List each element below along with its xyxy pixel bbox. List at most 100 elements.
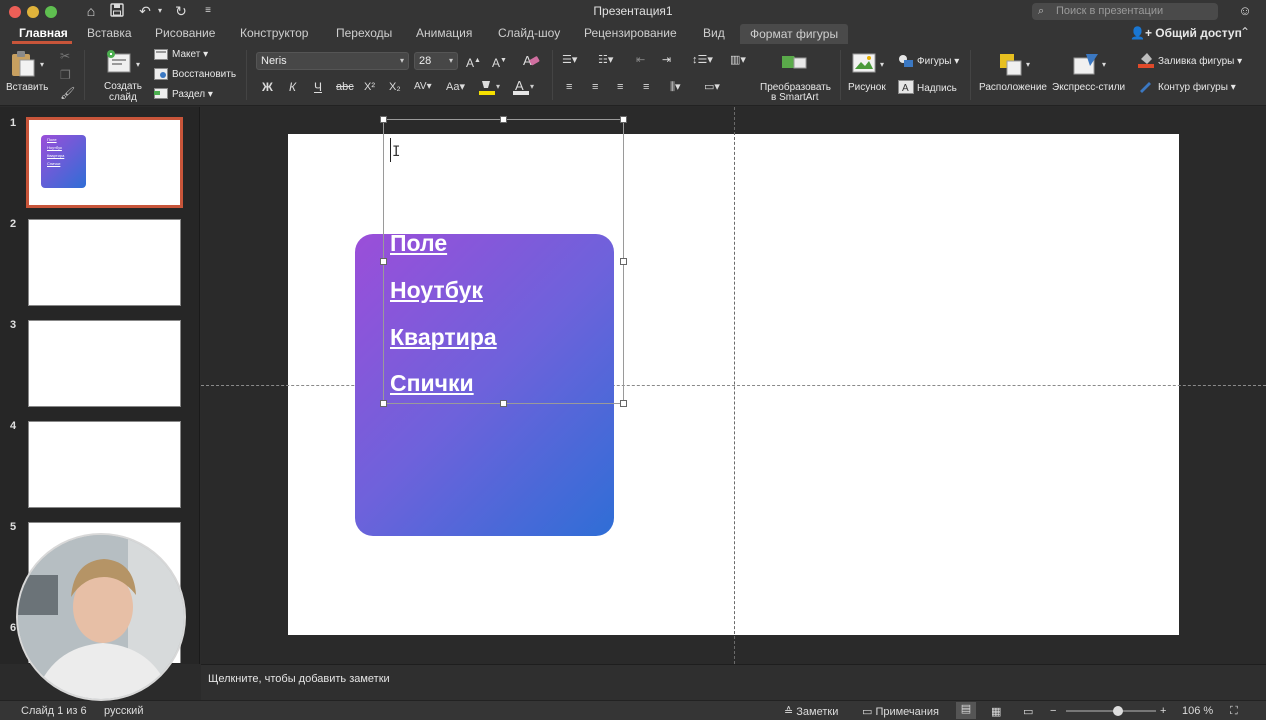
picture-label[interactable]: Рисунок (848, 82, 886, 93)
paste-label[interactable]: Вставить (6, 82, 48, 93)
format-painter-icon[interactable]: 🖌 (60, 86, 75, 100)
resize-handle-top[interactable] (500, 116, 507, 123)
font-name-select[interactable]: Neris ▾ (256, 52, 409, 70)
tab-animations[interactable]: Анимация (416, 26, 472, 40)
tab-home[interactable]: Главная (19, 26, 68, 40)
cut-icon[interactable]: ✂ (60, 49, 70, 63)
text-box-selection[interactable] (383, 119, 624, 404)
layout-button[interactable]: Макет ▾ (172, 49, 208, 60)
close-window-button[interactable] (9, 6, 21, 18)
font-size-select[interactable]: 28 ▾ (414, 52, 458, 70)
zoom-out-button[interactable]: − (1050, 705, 1056, 717)
align-right-icon[interactable]: ≡ (617, 80, 623, 94)
line-spacing-icon[interactable]: ↕☰▾ (692, 53, 713, 67)
bold-button[interactable]: Ж (262, 80, 273, 94)
change-case-icon[interactable]: Aa▾ (446, 80, 465, 94)
shape-outline-button[interactable]: Контур фигуры ▾ (1158, 82, 1236, 93)
tab-draw[interactable]: Рисование (155, 26, 215, 40)
tab-review[interactable]: Рецензирование (584, 26, 677, 40)
shapes-icon[interactable] (898, 54, 914, 71)
strikethrough-button[interactable]: abc (336, 80, 354, 94)
zoom-slider-track[interactable] (1066, 710, 1156, 712)
fit-to-window-icon[interactable]: ⛶ (1230, 705, 1238, 718)
tab-slideshow[interactable]: Слайд-шоу (498, 26, 560, 40)
numbering-icon[interactable]: ☷▾ (598, 53, 613, 67)
text-direction-icon[interactable]: ⫼▾ (670, 80, 681, 94)
tab-transitions[interactable]: Переходы (336, 26, 392, 40)
justify-icon[interactable]: ≡ (643, 80, 649, 94)
quick-styles-label[interactable]: Экспресс-стили (1052, 82, 1125, 93)
increase-indent-icon[interactable]: ⇥ (662, 53, 671, 67)
shape-fill-button[interactable]: Заливка фигуры ▾ (1158, 56, 1242, 67)
arrange-label[interactable]: Расположение (979, 82, 1047, 93)
section-icon[interactable] (154, 88, 168, 102)
save-icon[interactable] (108, 3, 126, 19)
comments-toggle-button[interactable]: ▭ Примечания (862, 705, 939, 718)
picture-dropdown-icon[interactable]: ▾ (880, 58, 884, 72)
character-spacing-icon[interactable]: AV▾ (414, 80, 432, 94)
normal-view-button[interactable]: ▤ (956, 702, 976, 719)
columns-icon[interactable]: ▥▾ (730, 53, 746, 67)
decrease-indent-icon[interactable]: ⇤ (636, 53, 645, 67)
slide-thumbnail-3[interactable] (28, 320, 181, 407)
slide-thumbnail-4[interactable] (28, 421, 181, 508)
align-left-icon[interactable]: ≡ (566, 80, 572, 94)
decrease-font-size-icon[interactable]: A▼ (492, 54, 507, 70)
notes-pane[interactable]: Щелкните, чтобы добавить заметки (201, 664, 1266, 700)
reset-button[interactable]: Восстановить (172, 69, 236, 80)
resize-handle-bottom-left[interactable] (380, 400, 387, 407)
pen-outline-icon[interactable] (1138, 78, 1154, 97)
search-input[interactable]: ⌕ Поиск в презентации (1032, 3, 1218, 20)
subscript-button[interactable]: X₂ (389, 80, 401, 94)
zoom-in-button[interactable]: + (1160, 705, 1166, 717)
picture-icon[interactable] (852, 52, 878, 77)
textbox-icon[interactable]: A (898, 80, 914, 97)
font-color-icon[interactable]: A ▾ (512, 78, 536, 99)
arrange-dropdown-icon[interactable]: ▾ (1026, 58, 1030, 72)
tab-insert[interactable]: Вставка (87, 26, 132, 40)
new-slide-dropdown-icon[interactable]: ▾ (136, 58, 140, 72)
resize-handle-left[interactable] (380, 258, 387, 265)
resize-handle-top-left[interactable] (380, 116, 387, 123)
share-button[interactable]: 👤+ Общий доступ (1130, 26, 1242, 40)
paste-icon[interactable] (10, 50, 36, 81)
paste-dropdown-icon[interactable]: ▾ (40, 58, 44, 72)
tab-design[interactable]: Конструктор (240, 26, 308, 40)
align-text-icon[interactable]: ▭▾ (704, 80, 720, 94)
superscript-button[interactable]: X² (364, 80, 375, 94)
align-center-icon[interactable]: ≡ (592, 80, 598, 94)
smartart-icon[interactable] (780, 52, 808, 77)
paint-bucket-icon[interactable] (1138, 52, 1154, 71)
arrange-icon[interactable] (998, 52, 1024, 79)
undo-dropdown-icon[interactable]: ▾ (151, 3, 169, 19)
language-indicator[interactable]: русский (104, 705, 143, 717)
home-icon[interactable]: ⌂ (82, 3, 100, 19)
new-slide-label-1[interactable]: Создать (104, 81, 142, 92)
slide-thumbnail-2[interactable] (28, 219, 181, 306)
collapse-ribbon-icon[interactable]: ⌃ (1240, 25, 1250, 39)
minimize-window-button[interactable] (27, 6, 39, 18)
zoom-level[interactable]: 106 % (1182, 705, 1213, 717)
highlight-color-icon[interactable]: ▾ (478, 78, 502, 99)
new-slide-icon[interactable] (106, 50, 132, 77)
layout-icon[interactable] (154, 49, 168, 63)
resize-handle-bottom-right[interactable] (620, 400, 627, 407)
tab-view[interactable]: Вид (703, 26, 725, 40)
smiley-feedback-icon[interactable]: ☺ (1236, 3, 1254, 19)
new-slide-label-2[interactable]: слайд (109, 92, 137, 103)
section-button[interactable]: Раздел ▾ (172, 89, 213, 100)
resize-handle-top-right[interactable] (620, 116, 627, 123)
customize-toolbar-icon[interactable]: ≡ (199, 3, 217, 19)
textbox-button[interactable]: Надпись (917, 83, 957, 94)
quick-styles-dropdown-icon[interactable]: ▾ (1102, 58, 1106, 72)
convert-smartart-label-2[interactable]: в SmartArt (771, 92, 819, 103)
increase-font-size-icon[interactable]: A▲ (466, 54, 481, 70)
redo-icon[interactable]: ↻ (172, 3, 190, 19)
notes-toggle-button[interactable]: ≙ Заметки (784, 705, 838, 718)
reading-view-button[interactable]: ▭ (1023, 705, 1033, 718)
tab-shape-format[interactable]: Формат фигуры (740, 24, 849, 44)
slide-thumbnail-1[interactable]: Поле Ноутбук Квартира Спички (26, 117, 183, 208)
resize-handle-bottom[interactable] (500, 400, 507, 407)
reset-icon[interactable] (154, 68, 168, 83)
slide-sorter-view-button[interactable]: ▦ (991, 705, 1001, 718)
